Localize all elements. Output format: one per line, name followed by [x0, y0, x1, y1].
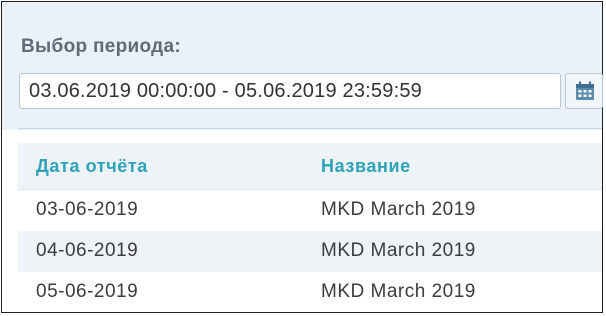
cell-date: 05-06-2019	[36, 281, 139, 302]
calendar-icon	[576, 81, 594, 100]
cell-date: 04-06-2019	[36, 240, 139, 261]
period-label: Выбор периода:	[21, 36, 182, 57]
column-header-name[interactable]: Название	[321, 156, 411, 177]
table-row[interactable]: 05-06-2019 MKD March 2019	[18, 272, 602, 313]
divider	[18, 128, 602, 129]
report-table: Дата отчёта Название 03-06-2019 MKD Marc…	[18, 143, 602, 313]
cell-name: MKD March 2019	[321, 240, 476, 261]
date-range-input[interactable]: 03.06.2019 00:00:00 - 05.06.2019 23:59:5…	[19, 73, 561, 109]
cell-name: MKD March 2019	[321, 281, 476, 302]
table-header: Дата отчёта Название	[18, 143, 602, 190]
table-row[interactable]: 04-06-2019 MKD March 2019	[18, 231, 602, 272]
report-panel: Выбор периода: 03.06.2019 00:00:00 - 05.…	[1, 1, 603, 313]
period-section: Выбор периода: 03.06.2019 00:00:00 - 05.…	[2, 2, 603, 130]
calendar-button[interactable]	[565, 73, 603, 109]
cell-name: MKD March 2019	[321, 199, 476, 220]
table-row[interactable]: 03-06-2019 MKD March 2019	[18, 190, 602, 231]
cell-date: 03-06-2019	[36, 199, 139, 220]
column-header-date[interactable]: Дата отчёта	[36, 156, 148, 177]
